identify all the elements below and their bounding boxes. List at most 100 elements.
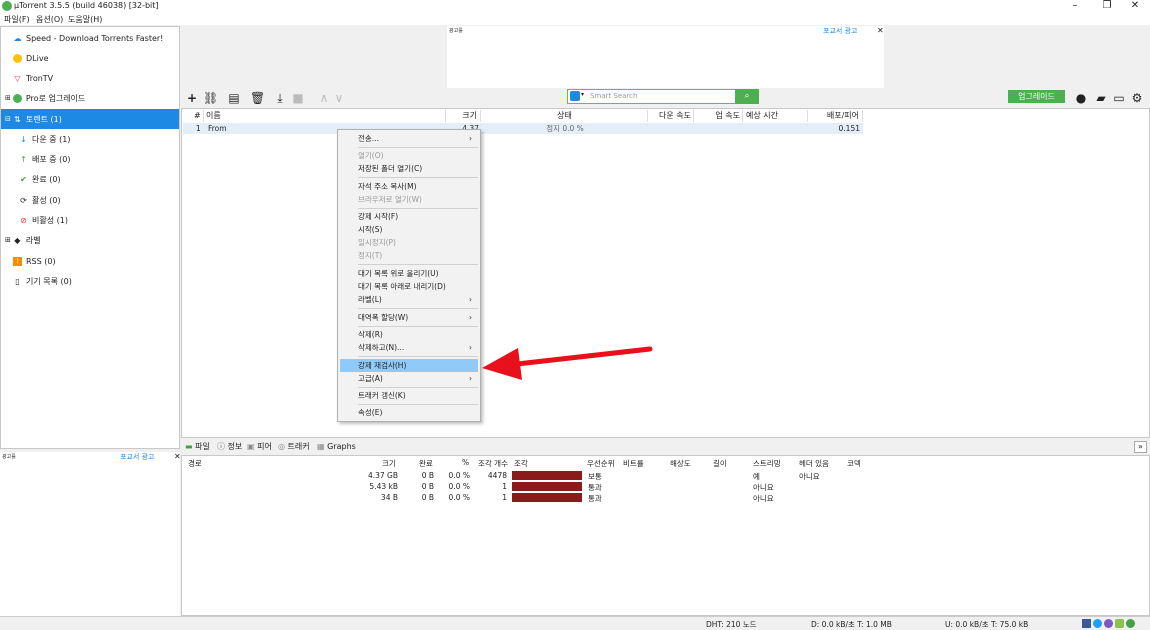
menu-item-copy-magnet[interactable]: 자석 주소 복사(M): [340, 180, 478, 193]
col-header-name[interactable]: 이름: [206, 110, 446, 122]
sidebar-item-label: 라벨: [25, 235, 41, 245]
menu-item-label-text: 라벨(L): [358, 295, 382, 304]
chevron-down-icon[interactable]: ▾: [581, 91, 584, 98]
collapse-panel-icon[interactable]: »: [1134, 441, 1147, 453]
menu-item-update-tracker[interactable]: 트래커 갱신(K): [340, 389, 478, 402]
ad-report-link[interactable]: 포교서 광고: [120, 452, 154, 462]
shield-icon: [570, 91, 580, 101]
file-pct: 0.0 %: [448, 471, 470, 480]
files-header-size[interactable]: 크기: [382, 458, 396, 469]
col-header-size[interactable]: 크기: [447, 110, 481, 122]
files-header-length[interactable]: 길이: [713, 458, 727, 469]
tab-graphs[interactable]: ▦ Graphs: [317, 441, 356, 453]
create-torrent-icon[interactable]: ▤: [227, 91, 241, 105]
menu-item-remove-and[interactable]: 삭제하고(N)... ›: [340, 341, 478, 354]
files-header-pct[interactable]: %: [462, 458, 469, 467]
sidebar-item-devices[interactable]: ▯ 기기 목록 (0): [1, 271, 179, 291]
menu-separator: [358, 326, 478, 327]
search-button[interactable]: ⌕: [735, 89, 759, 104]
files-header-codec[interactable]: 코덱: [847, 458, 861, 469]
file-progress-bar: [512, 493, 582, 502]
col-header-up-speed[interactable]: 업 속도: [694, 110, 743, 122]
menu-item-stop[interactable]: 정지(T): [340, 249, 478, 262]
files-header-resolution[interactable]: 해상도: [670, 458, 691, 469]
web-icon[interactable]: [1104, 619, 1113, 628]
menu-item-queue-up[interactable]: 대기 목록 위로 올리기(U): [340, 267, 478, 280]
upgrade-button[interactable]: 업그레이드: [1008, 90, 1065, 103]
menu-item-advanced[interactable]: 고급(A) ›: [340, 372, 478, 385]
menu-options[interactable]: 옵션(O): [36, 14, 63, 25]
menu-item-pause[interactable]: 일시정지(P): [340, 236, 478, 249]
download-icon[interactable]: ⤓: [273, 91, 287, 105]
menu-item-send[interactable]: 전송... ›: [340, 132, 478, 145]
sidebar-item-labels[interactable]: ⊞ ◆ 라벨: [1, 230, 179, 250]
menu-item-properties[interactable]: 속성(E): [340, 406, 478, 419]
col-header-down-speed[interactable]: 다운 속도: [648, 110, 694, 122]
files-header-pieces-bar[interactable]: 조각: [514, 458, 528, 469]
gear-icon[interactable]: ⚙: [1130, 91, 1144, 105]
files-header-has-header[interactable]: 헤더 있음: [799, 458, 829, 469]
menu-file[interactable]: 파일(F): [4, 14, 30, 25]
menu-item-remove[interactable]: 삭제(R): [340, 328, 478, 341]
sidebar-item-torrents[interactable]: ⊟ ⇅ 토렌트 (1): [1, 109, 179, 129]
sidebar-item-downloading[interactable]: ↓ 다운 중 (1): [1, 129, 179, 149]
sidebar-item-speed[interactable]: ☁ Speed - Download Torrents Faster!: [1, 28, 179, 48]
link-icon[interactable]: ⛓: [203, 91, 218, 105]
up-arrow-icon[interactable]: ∧: [317, 91, 331, 105]
android-icon[interactable]: [1115, 619, 1124, 628]
tab-info[interactable]: ⓘ 정보: [217, 441, 242, 453]
tab-peers[interactable]: ▣ 피어: [247, 441, 272, 453]
bulb-icon[interactable]: ●: [1074, 91, 1088, 105]
col-header-eta[interactable]: 예상 시간: [743, 110, 808, 122]
files-header-path[interactable]: 경로: [188, 458, 202, 469]
tab-trackers[interactable]: ◎ 트래커: [278, 441, 310, 453]
ad-report-link[interactable]: 포교서 광고: [823, 26, 857, 36]
menu-separator: [358, 264, 478, 265]
files-header-done[interactable]: 완료: [419, 458, 433, 469]
sidebar-item-active[interactable]: ⟳ 활성 (0): [1, 190, 179, 210]
col-header-ratio[interactable]: 배포/피어: [808, 110, 863, 122]
checkmark-icon: ✔: [20, 174, 27, 184]
menu-item-label[interactable]: 라벨(L) ›: [340, 293, 478, 306]
sidebar-item-pro-upgrade[interactable]: ⊞ Pro로 업그레이드: [1, 88, 179, 108]
menu-item-open-browser[interactable]: 브라우저로 열기(W): [340, 193, 478, 206]
sidebar-item-inactive[interactable]: ⊘ 비활성 (1): [1, 210, 179, 230]
menu-item-open-folder[interactable]: 저장된 폴더 열기(C): [340, 162, 478, 175]
twitter-icon[interactable]: [1093, 619, 1102, 628]
minimize-button[interactable]: –: [1060, 0, 1090, 13]
col-header-status[interactable]: 상태: [482, 110, 648, 122]
maximize-button[interactable]: ❐: [1092, 0, 1122, 13]
menu-item-queue-down[interactable]: 대기 목록 아래로 내리기(D): [340, 280, 478, 293]
sidebar-item-completed[interactable]: ✔ 완료 (0): [1, 169, 179, 189]
menu-item-open[interactable]: 열기(O): [340, 149, 478, 162]
ad-close-icon[interactable]: ✕: [877, 26, 884, 35]
tab-files[interactable]: ▬ 파일: [185, 441, 210, 453]
sidebar-item-trontv[interactable]: ▽ TronTV: [1, 68, 179, 88]
down-arrow-icon[interactable]: ∨: [332, 91, 346, 105]
chevron-right-icon: ›: [469, 313, 472, 322]
trash-icon[interactable]: 🗑: [250, 91, 265, 105]
close-button[interactable]: ✕: [1120, 0, 1150, 13]
sidebar-item-rss[interactable]: ) RSS (0): [1, 251, 179, 271]
files-header-priority[interactable]: 우선순위: [587, 458, 615, 469]
menu-help[interactable]: 도움말(H): [68, 14, 102, 25]
files-header-pieces[interactable]: 조각 개수: [478, 458, 508, 469]
sidebar-item-seeding[interactable]: ↑ 배포 중 (0): [1, 149, 179, 169]
add-torrent-icon[interactable]: +: [185, 91, 199, 105]
chat-icon[interactable]: ▰: [1094, 91, 1108, 105]
menu-item-start[interactable]: 시작(S): [340, 223, 478, 236]
facebook-icon[interactable]: [1082, 619, 1091, 628]
monitor-icon[interactable]: ▭: [1112, 91, 1126, 105]
row-ratio: 0.151: [838, 124, 860, 133]
menu-item-bandwidth[interactable]: 대역폭 할당(W) ›: [340, 311, 478, 324]
stop-icon[interactable]: ■: [291, 91, 305, 105]
menu-item-force-recheck[interactable]: 강제 재검사(H): [340, 359, 478, 372]
col-header-num[interactable]: #: [194, 110, 204, 122]
ad-close-icon[interactable]: ✕: [174, 452, 181, 461]
status-ok-icon: [1126, 619, 1135, 628]
sidebar-item-dlive[interactable]: DLive: [1, 48, 179, 68]
menu-item-force-start[interactable]: 강제 시작(F): [340, 210, 478, 223]
files-header-bitrate[interactable]: 비트률: [623, 458, 644, 469]
smart-search-input[interactable]: ▾ Smart Search: [567, 89, 759, 104]
files-header-streaming[interactable]: 스트리밍: [753, 458, 781, 469]
